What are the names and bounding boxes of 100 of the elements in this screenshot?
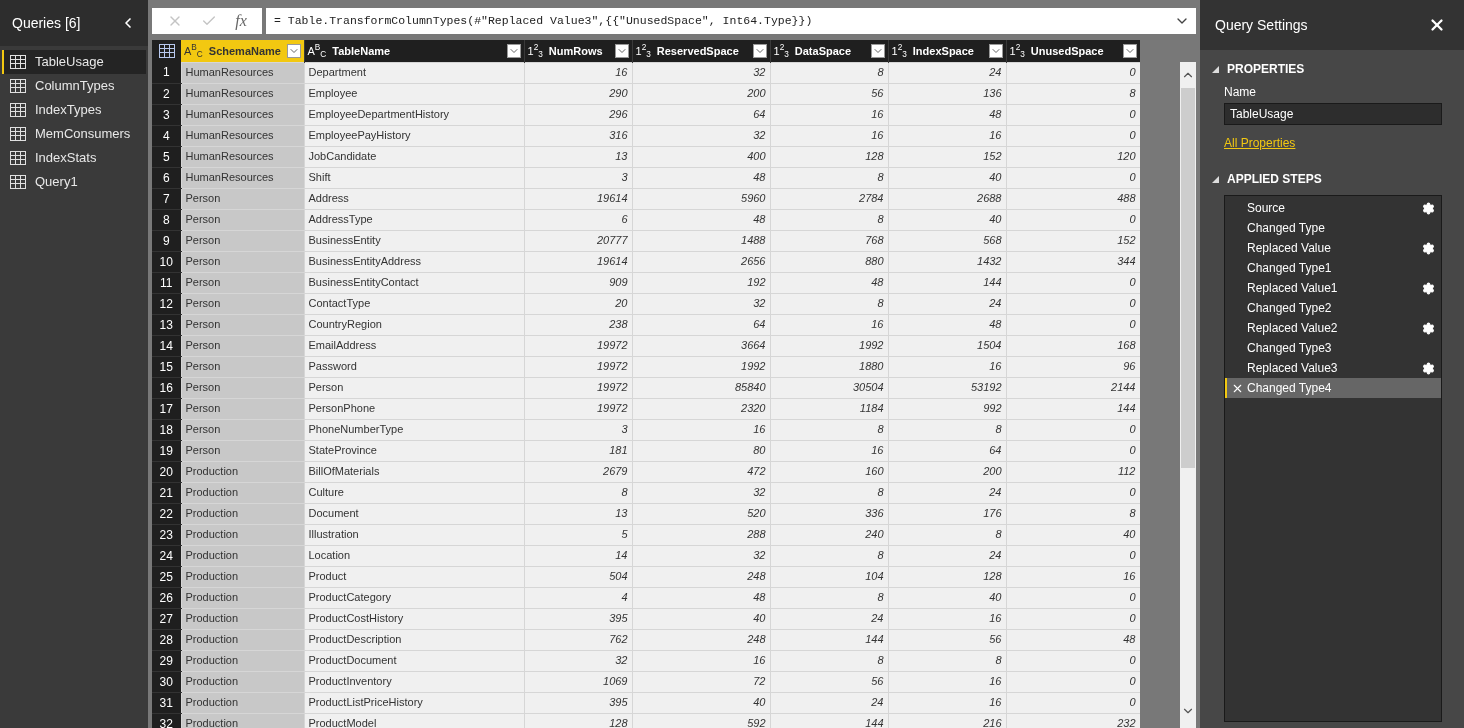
table-cell: StateProvince: [304, 440, 524, 461]
query-item[interactable]: IndexTypes: [2, 98, 146, 122]
table-cell: BusinessEntity: [304, 230, 524, 251]
collapse-triangle-icon[interactable]: [1212, 65, 1219, 73]
filter-dropdown-icon[interactable]: [614, 43, 629, 58]
table-cell: 16: [524, 62, 632, 83]
applied-step[interactable]: Changed Type3: [1225, 338, 1441, 358]
row-number: 13: [152, 314, 181, 335]
table-cell: EmployeeDepartmentHistory: [304, 104, 524, 125]
row-number: 1: [152, 62, 181, 83]
settings-icon[interactable]: [1422, 321, 1435, 335]
filter-dropdown-icon[interactable]: [1122, 43, 1137, 58]
table-cell: ProductInventory: [304, 671, 524, 692]
applied-step[interactable]: Changed Type2: [1225, 298, 1441, 318]
settings-icon[interactable]: [1422, 281, 1435, 295]
table-cell: 24: [888, 62, 1006, 83]
row-number: 14: [152, 335, 181, 356]
table-icon: [158, 44, 175, 58]
table-cell: Production: [181, 650, 304, 671]
table-icon: [10, 103, 26, 117]
table-cell: ContactType: [304, 293, 524, 314]
column-header[interactable]: A$^{B}$$_{C}$ SchemaName: [181, 40, 304, 62]
table-cell: Production: [181, 524, 304, 545]
table-cell: PersonPhone: [304, 398, 524, 419]
table-cell: Person: [181, 377, 304, 398]
applied-step[interactable]: Replaced Value3: [1225, 358, 1441, 378]
applied-step[interactable]: Replaced Value1: [1225, 278, 1441, 298]
scroll-thumb[interactable]: [1181, 88, 1195, 468]
query-item[interactable]: IndexStats: [2, 146, 146, 170]
row-number: 16: [152, 377, 181, 398]
name-input[interactable]: TableUsage: [1224, 103, 1442, 125]
row-number: 31: [152, 692, 181, 713]
table-cell: Illustration: [304, 524, 524, 545]
query-item[interactable]: Query1: [2, 170, 146, 194]
function-label[interactable]: fx: [235, 9, 247, 33]
filter-dropdown-icon[interactable]: [752, 43, 767, 58]
table-icon: [10, 127, 26, 141]
row-number: 2: [152, 83, 181, 104]
applied-step[interactable]: Changed Type4: [1225, 378, 1441, 398]
table-cell: HumanResources: [181, 104, 304, 125]
row-number: 4: [152, 125, 181, 146]
row-number: 9: [152, 230, 181, 251]
filter-dropdown-icon[interactable]: [506, 43, 521, 58]
table-icon: [10, 151, 26, 165]
row-number: 19: [152, 440, 181, 461]
query-item[interactable]: MemConsumers: [2, 122, 146, 146]
table-cell: ProductListPriceHistory: [304, 692, 524, 713]
all-properties-link[interactable]: All Properties: [1224, 134, 1296, 152]
applied-step[interactable]: Source: [1225, 198, 1441, 218]
table-cell: ProductDocument: [304, 650, 524, 671]
table-cell: Production: [181, 587, 304, 608]
row-number: 15: [152, 356, 181, 377]
field-label: Name: [1224, 84, 1257, 101]
table-cell: Production: [181, 482, 304, 503]
scrollbar[interactable]: [1180, 62, 1196, 728]
filter-dropdown-icon[interactable]: [988, 43, 1003, 58]
table-cell: Production: [181, 545, 304, 566]
table-cell: Person: [181, 230, 304, 251]
applied-step[interactable]: Replaced Value: [1225, 238, 1441, 258]
row-number: 21: [152, 482, 181, 503]
row-number: 6: [152, 167, 181, 188]
applied-step[interactable]: Replaced Value2: [1225, 318, 1441, 338]
table-cell: Production: [181, 566, 304, 587]
row-number: 10: [152, 251, 181, 272]
table-cell: Password: [304, 356, 524, 377]
table-cell: 0: [1006, 62, 1140, 83]
table-cell: Shift: [304, 167, 524, 188]
table-cell: Person: [181, 398, 304, 419]
formula-field[interactable]: = Table.TransformColumnTypes(#"Replaced Value3",{{"UnusedSpace", Int64.Type}}): [266, 8, 1196, 34]
row-number: 23: [152, 524, 181, 545]
row-number: 20: [152, 461, 181, 482]
close-icon[interactable]: [1428, 16, 1446, 34]
row-number: 22: [152, 503, 181, 524]
query-item[interactable]: ColumnTypes: [2, 74, 146, 98]
applied-step[interactable]: Changed Type1: [1225, 258, 1441, 278]
query-item[interactable]: TableUsage: [2, 50, 146, 74]
table-cell: HumanResources: [181, 83, 304, 104]
table-icon: [10, 79, 26, 93]
row-number: 30: [152, 671, 181, 692]
table-cell: JobCandidate: [304, 146, 524, 167]
table-cell: EmailAddress: [304, 335, 524, 356]
table-menu-button[interactable]: [152, 40, 181, 62]
table-icon: [10, 55, 26, 69]
row-number: 25: [152, 566, 181, 587]
table-icon: [10, 175, 26, 189]
filter-dropdown-icon[interactable]: [870, 43, 885, 58]
table-cell: Address: [304, 188, 524, 209]
settings-icon[interactable]: [1422, 241, 1435, 255]
settings-icon[interactable]: [1422, 361, 1435, 375]
collapse-triangle-icon[interactable]: [1212, 175, 1219, 183]
row-number: 12: [152, 293, 181, 314]
applied-step[interactable]: Changed Type: [1225, 218, 1441, 238]
table-cell: Production: [181, 461, 304, 482]
table-cell: HumanResources: [181, 62, 304, 83]
table-cell: ProductCategory: [304, 587, 524, 608]
settings-icon[interactable]: [1422, 201, 1435, 215]
row-number: 17: [152, 398, 181, 419]
section-heading: PROPERTIES: [1227, 61, 1305, 78]
table-cell: CountryRegion: [304, 314, 524, 335]
table-cell: Person: [181, 356, 304, 377]
